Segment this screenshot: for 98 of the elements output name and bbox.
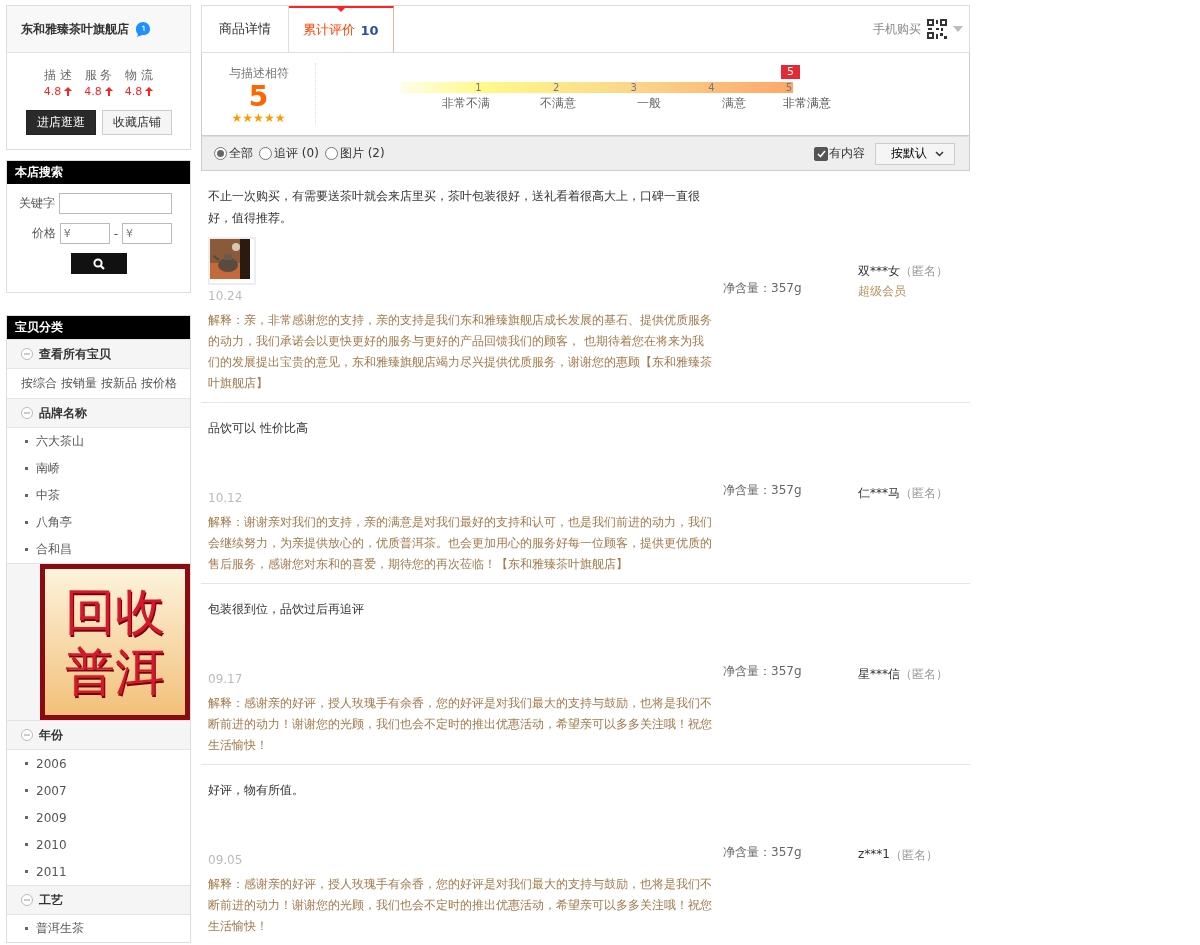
collapse-icon[interactable]	[21, 729, 33, 741]
category-item[interactable]: 中茶	[7, 482, 190, 509]
category-title[interactable]: 年份	[39, 726, 63, 744]
field-label: 关键字	[19, 195, 55, 212]
user-name: 星***信	[858, 666, 900, 683]
seller-reply: 解释：感谢亲的好评，授人玫瑰手有余香，您的好评是对我们最大的支持与鼓励，也将是我们不断前进的动力！谢谢您的光顾，我们也会不定时的推出优惠活动，希望亲可以多多关注哦！祝您生活愉快！	[208, 695, 713, 754]
arrow-up-icon	[64, 87, 73, 96]
rating-value: 4.8	[124, 85, 143, 98]
scale-number: 5	[785, 82, 793, 93]
banner-text: 回收	[65, 582, 165, 642]
scale-number: 4	[707, 82, 716, 93]
anonymous-tag: （匿名）	[900, 666, 948, 683]
category-item[interactable]: 八角亭	[7, 509, 190, 536]
star-rating: ★★★★★	[231, 111, 286, 124]
chat-icon[interactable]	[135, 21, 151, 37]
sort-dropdown[interactable]: 按默认	[875, 142, 955, 165]
field-label: 价格	[31, 225, 56, 242]
filter-radio[interactable]: 追评 (0)	[259, 145, 319, 162]
shop-name: 东和雅臻茶叶旗舰店	[21, 20, 129, 38]
category-item[interactable]: 2009	[7, 804, 190, 831]
arrow-up-icon	[104, 87, 113, 96]
sort-link[interactable]: 按综合	[21, 375, 57, 392]
scale-number: 3	[629, 82, 638, 93]
score-value: 5	[248, 81, 269, 112]
qr-code-icon[interactable]	[927, 19, 947, 39]
review-date: 09.17	[208, 672, 244, 687]
category-title[interactable]: 工艺	[39, 891, 63, 909]
keyword-field[interactable]	[59, 193, 172, 214]
scale-label: 非常满意	[782, 95, 832, 112]
rating-value: 4.8	[84, 85, 102, 98]
product-spec: 净含量：357g	[722, 281, 803, 296]
review-date: 09.05	[208, 853, 244, 868]
collapse-icon[interactable]	[21, 407, 33, 419]
category-title[interactable]: 品牌名称	[39, 404, 87, 422]
product-spec: 净含量：357g	[722, 483, 803, 498]
category-item[interactable]: 普洱生茶	[7, 915, 190, 942]
review-text: 品饮可以 性价比高	[208, 420, 309, 437]
seller-reply: 解释：谢谢亲对我们的支持，亲的满意是对我们最好的支持和认可，也是我们前进的动力，我们会继续努力，为亲提供放心的，优质普洱茶。也会更加用心的服务好每一位顾客，提供更优质的售后服务，感谢您对东和的喜爱，期待您的再次莅临！【东和雅臻茶叶旗舰店】	[208, 514, 713, 573]
sort-link[interactable]: 按新品	[101, 375, 137, 392]
user-name: z***1	[858, 847, 890, 863]
sort-link[interactable]: 按销量	[61, 375, 97, 392]
scale-number: 2	[552, 82, 561, 93]
member-level: 超级会员	[858, 283, 907, 300]
user-name: 仁***马	[858, 485, 900, 502]
rating-label: 描 述	[44, 67, 72, 84]
arrow-up-icon	[145, 87, 154, 96]
panel-title: 本店搜索	[7, 161, 190, 184]
category-item[interactable]: 2011	[7, 858, 190, 885]
collapse-icon[interactable]	[21, 894, 33, 906]
filter-radio[interactable]: 图片 (2)	[324, 145, 385, 162]
seller-reply: 解释：亲，非常感谢您的支持，亲的支持是我们东和雅臻旗舰店成长发展的基石、提供优质服务的动力，我们承诺会以更快更好的服务与更好的产品回馈我们的顾客， 也期待着您在将来为我们的发展提出宝贵的意见，东和雅臻旗舰店竭力尽兴提供优质服务，谢谢您的惠顾【东和雅臻茶叶旗舰店】	[208, 312, 713, 392]
product-spec: 净含量：357g	[722, 845, 803, 860]
anonymous-tag: （匿名）	[900, 485, 948, 502]
rating-label: 物 流	[125, 67, 153, 84]
seller-reply: 解释：感谢亲的好评，授人玫瑰手有余香，您的好评是对我们最大的支持与鼓励，也将是我们不断前进的动力！谢谢您的光顾，我们也会不定时的推出优惠活动，希望亲可以多多关注哦！祝您生活愉快！	[208, 876, 713, 935]
mobile-buy-label[interactable]: 手机购买	[873, 20, 921, 38]
rating-value: 4.8	[43, 85, 62, 98]
has-content-checkbox[interactable]: 有内容	[814, 145, 865, 162]
category-item[interactable]: 2007	[7, 777, 190, 804]
chevron-down-icon	[935, 150, 944, 157]
rating-label: 服 务	[84, 67, 113, 84]
review-text: 包装很到位，品饮过后再追评	[208, 601, 365, 618]
review-text: 不止一次购买，有需要送茶叶就会来店里买，茶叶包装很好，送礼看着很高大上，口碑一直很好，值得推荐。	[208, 188, 701, 227]
scale-label: 一般	[635, 95, 661, 112]
scale-label: 非常不满	[441, 95, 491, 112]
category-item[interactable]: 六大茶山	[7, 428, 190, 455]
banner-text: 普洱	[65, 642, 165, 702]
max-price-field[interactable]: ¥	[122, 223, 172, 244]
review-date: 10.12	[208, 491, 244, 506]
tab[interactable]: 累计评价 10	[289, 6, 394, 52]
score-marker: 5	[781, 65, 800, 79]
caret-icon[interactable]	[953, 26, 963, 32]
user-name: 双***女	[858, 263, 900, 280]
search-button[interactable]	[70, 253, 127, 274]
filter-radio[interactable]: 全部	[214, 145, 253, 162]
panel-title: 宝贝分类	[7, 316, 190, 339]
category-item[interactable]: 合和昌	[7, 536, 190, 563]
category-item[interactable]: 2006	[7, 750, 190, 777]
checkmark-icon	[816, 149, 826, 158]
min-price-field[interactable]: ¥	[59, 223, 110, 244]
review-text: 好评，物有所值。	[208, 782, 305, 799]
scale-label: 不满意	[538, 95, 576, 112]
product-spec: 净含量：357g	[722, 664, 803, 679]
category-item[interactable]: 2010	[7, 831, 190, 858]
search-icon	[92, 257, 105, 270]
promo-banner[interactable]: 回收 普洱	[40, 564, 190, 720]
range-dash: -	[113, 226, 118, 241]
review-date: 10.24	[208, 289, 244, 304]
anonymous-tag: （匿名）	[900, 263, 948, 280]
anonymous-tag: （匿名）	[889, 847, 938, 864]
enter-shop-button[interactable]: 进店逛逛	[25, 110, 96, 135]
category-item[interactable]: 南峤	[7, 455, 190, 482]
sort-link[interactable]: 按价格	[141, 375, 177, 392]
collapse-icon[interactable]	[21, 348, 33, 360]
scale-label: 满意	[720, 95, 746, 112]
favorite-shop-button[interactable]: 收藏店铺	[101, 110, 172, 135]
score-label: 与描述相符	[228, 64, 289, 82]
scale-number: 1	[474, 82, 483, 93]
